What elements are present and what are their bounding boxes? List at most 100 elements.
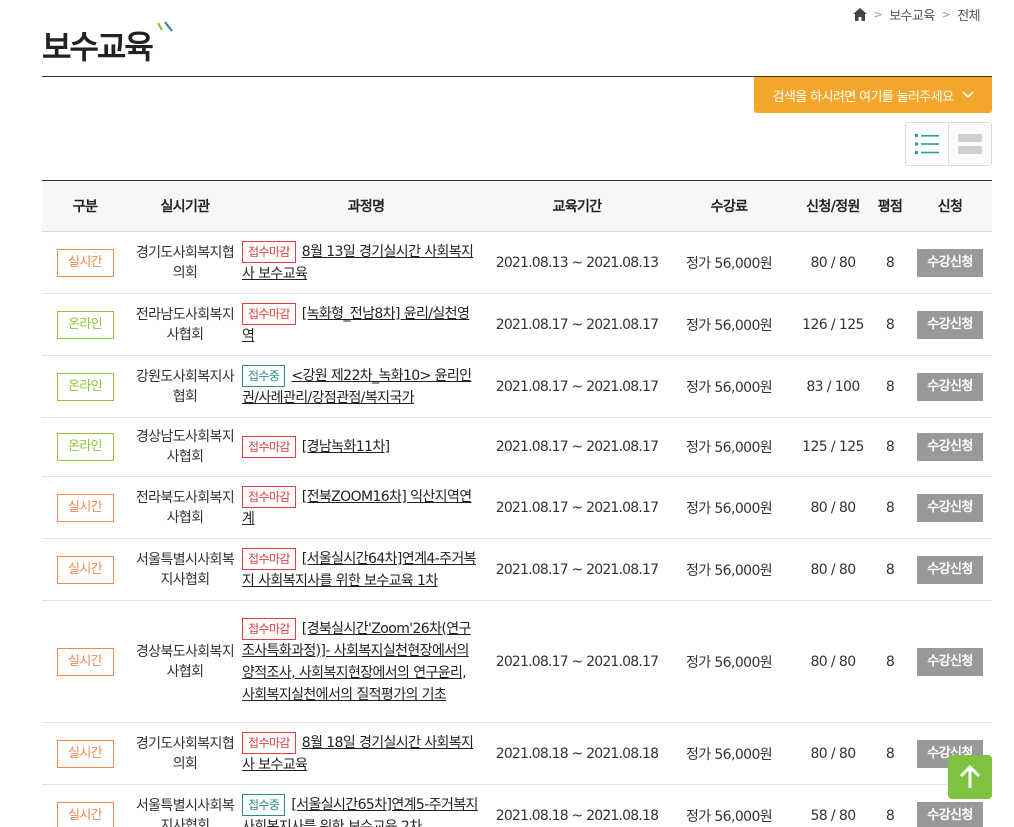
header-rating: 평점 [872,180,908,232]
count-cell: 58 / 80 [794,784,872,827]
org-name: 전라남도사회복지사협회 [135,306,235,343]
org-name: 강원도사회복지사협회 [135,368,235,405]
type-cell: 실시간 [42,231,128,294]
type-cell: 실시간 [42,538,128,601]
apply-button[interactable]: 수강신청 [917,248,983,277]
type-badge: 실시간 [56,493,114,522]
breadcrumb-separator: > [941,8,951,21]
course-cell: 접수마감 [녹화형_전남8차] 윤리/실천영역 [242,293,490,356]
type-cell: 온라인 [42,417,128,477]
search-toggle-label: 검색을 하시려면 여기를 눌러주세요 [772,89,955,105]
header-course: 과정명 [242,180,490,232]
status-badge: 접수중 [242,364,286,387]
table-row: 실시간 경상북도사회복지사협회 접수마감 [경북실시간'Zoom'26차(연구조사특화… [42,600,992,723]
period-cell: 2021.08.17 ~ 2021.08.17 [490,417,664,477]
fee-cell: 정가 56,000원 [664,417,794,477]
page-title: 보수교육 [42,28,154,66]
apply-button[interactable]: 수강신청 [917,647,983,676]
org-cell: 경기도사회복지협의회 [128,722,242,785]
view-mode-toggle [905,122,992,166]
status-badge: 접수마감 [242,731,296,754]
fee-cell: 정가 56,000원 [664,600,794,723]
rating-cell: 8 [872,231,908,294]
course-cell: 접수마감 [서울실시간64차]연계4-주거복지 사회복지사를 위한 보수교육 1차 [242,538,490,601]
apply-button[interactable]: 수강신청 [917,310,983,339]
course-cell: 접수중 [서울실시간65차]연계5-주거복지 사회복지사를 위한 보수교육 2차 [242,784,490,827]
search-toggle-button[interactable]: 검색을 하시려면 여기를 눌러주세요 [754,77,992,113]
apply-cell: 수강신청 [908,538,992,601]
course-cell: 접수마감 [경북실시간'Zoom'26차(연구조사특화과정)]- 사회복지실천현장… [242,600,490,723]
apply-cell: 수강신청 [908,600,992,723]
fee-cell: 정가 56,000원 [664,476,794,539]
org-name: 경기도사회복지협의회 [135,735,235,772]
apply-button[interactable]: 수강신청 [917,372,983,401]
type-cell: 실시간 [42,476,128,539]
rating-cell: 8 [872,722,908,785]
home-icon[interactable] [852,8,867,21]
apply-button[interactable]: 수강신청 [917,801,983,827]
type-cell: 실시간 [42,784,128,827]
card-view-icon [957,134,982,154]
period-cell: 2021.08.17 ~ 2021.08.17 [490,538,664,601]
header-count: 신청/정원 [794,180,872,232]
card-view-button[interactable] [948,123,991,165]
period-cell: 2021.08.18 ~ 2021.08.18 [490,784,664,827]
type-cell: 실시간 [42,600,128,723]
header-apply: 신청 [908,180,992,232]
apply-cell: 수강신청 [908,355,992,418]
breadcrumb-item-current[interactable]: 전체 [957,5,980,24]
apply-button[interactable]: 수강신청 [917,493,983,522]
apply-button[interactable]: 수강신청 [917,433,983,461]
period-cell: 2021.08.17 ~ 2021.08.17 [490,600,664,723]
breadcrumb-item[interactable]: 보수교육 [889,5,935,24]
rating-cell: 8 [872,600,908,723]
table-row: 실시간 경기도사회복지협의회 접수마감 8월 13일 경기실시간 사회복지사 보수교육… [42,231,992,294]
type-badge: 실시간 [56,801,114,827]
org-cell: 전라남도사회복지사협회 [128,293,242,356]
org-cell: 경상남도사회복지사협회 [128,417,242,477]
apply-button[interactable]: 수강신청 [917,555,983,584]
list-view-button[interactable] [906,123,949,165]
apply-cell: 수강신청 [908,417,992,477]
status-badge: 접수마감 [242,485,296,508]
table-row: 온라인 강원도사회복지사협회 접수중 <강원 제22차_녹화10> 윤리인권/사례관리… [42,355,992,418]
arrow-up-icon [959,765,981,788]
rating-cell: 8 [872,417,908,477]
fee-cell: 정가 56,000원 [664,355,794,418]
count-cell: 80 / 80 [794,538,872,601]
rating-cell: 8 [872,538,908,601]
org-name: 경상북도사회복지사협회 [135,643,235,680]
count-cell: 80 / 80 [794,722,872,785]
org-cell: 전라북도사회복지사협회 [128,476,242,539]
type-badge: 실시간 [56,248,114,277]
apply-cell: 수강신청 [908,476,992,539]
type-badge: 실시간 [56,647,114,676]
header-type: 구분 [42,180,128,232]
count-cell: 80 / 80 [794,231,872,294]
table-header-row: 구분 실시기관 과정명 교육기간 수강료 신청/정원 평점 신청 [42,180,992,232]
period-cell: 2021.08.17 ~ 2021.08.17 [490,355,664,418]
apply-cell: 수강신청 [908,231,992,294]
course-cell: 접수마감 [경남녹화11차] [242,417,490,477]
org-cell: 서울특별시사회복지사협회 [128,538,242,601]
table-row: 온라인 경상남도사회복지사협회 접수마감 [경남녹화11차] 2021.08.17 ~ … [42,417,992,477]
type-badge: 온라인 [56,372,114,401]
type-cell: 온라인 [42,293,128,356]
course-link[interactable]: [경남녹화11차] [302,439,390,455]
type-cell: 실시간 [42,722,128,785]
course-cell: 접수중 <강원 제22차_녹화10> 윤리인권/사례관리/강점관점/복지국가 [242,355,490,418]
org-cell: 경상북도사회복지사협회 [128,600,242,723]
period-cell: 2021.08.13 ~ 2021.08.13 [490,231,664,294]
count-cell: 125 / 125 [794,417,872,477]
status-badge: 접수마감 [242,436,296,458]
org-cell: 서울특별시사회복지사협회 [128,784,242,827]
rating-cell: 8 [872,476,908,539]
status-badge: 접수마감 [242,240,296,263]
count-cell: 80 / 80 [794,600,872,723]
title-accent-icon [157,21,173,32]
scroll-top-button[interactable] [948,755,992,799]
period-cell: 2021.08.18 ~ 2021.08.18 [490,722,664,785]
type-badge: 온라인 [56,310,114,339]
course-cell: 접수마감 [전북ZOOM16차] 익산지역연계 [242,476,490,539]
table-row: 실시간 서울특별시사회복지사협회 접수중 [서울실시간65차]연계5-주거복지 사회복… [42,784,992,827]
